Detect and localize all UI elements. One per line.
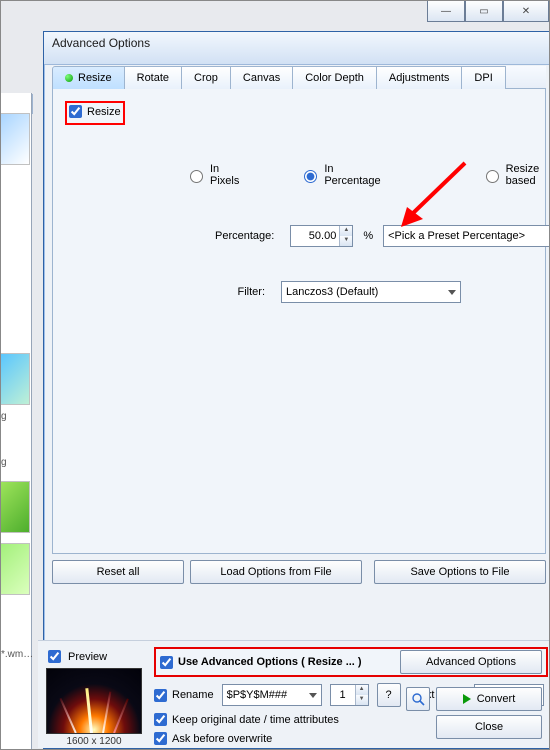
spinner-down-icon[interactable]: ▼ bbox=[340, 236, 352, 246]
tab-rotate[interactable]: Rotate bbox=[124, 66, 182, 89]
tab-resize[interactable]: Resize bbox=[52, 66, 125, 89]
ask-overwrite-label: Ask before overwrite bbox=[172, 733, 272, 745]
tab-label: Canvas bbox=[243, 72, 280, 84]
combo-text: Lanczos3 (Default) bbox=[286, 286, 378, 298]
annotation-highlight: Resize bbox=[65, 101, 125, 125]
tab-bar: Resize Rotate Crop Canvas Color Depth Ad… bbox=[52, 66, 546, 89]
filter-combo[interactable]: Lanczos3 (Default) bbox=[281, 281, 461, 303]
percentage-spinner[interactable]: ▲▼ bbox=[290, 225, 353, 247]
radio-label: Resize based bbox=[506, 163, 540, 187]
tab-label: Rotate bbox=[137, 72, 169, 84]
preview-checkbox[interactable]: Preview bbox=[38, 647, 150, 666]
resize-checkbox[interactable]: Resize bbox=[69, 105, 121, 118]
radio-in-percentage[interactable]: In Percentage bbox=[299, 163, 380, 187]
radio-in-percentage-input[interactable] bbox=[304, 170, 317, 183]
zoom-preview-button[interactable] bbox=[406, 687, 430, 711]
ask-overwrite-input[interactable] bbox=[154, 732, 167, 745]
radio-label: In Percentage bbox=[324, 163, 380, 187]
chevron-down-icon bbox=[448, 290, 456, 295]
reset-all-button[interactable]: Reset all bbox=[52, 560, 184, 584]
rename-help-button[interactable]: ? bbox=[377, 683, 401, 707]
ask-overwrite-checkbox[interactable]: Ask before overwrite bbox=[154, 732, 272, 745]
tab-colordepth[interactable]: Color Depth bbox=[292, 66, 377, 89]
tab-label: Color Depth bbox=[305, 72, 364, 84]
radio-in-pixels[interactable]: In Pixels bbox=[185, 163, 239, 187]
uao-label: Use Advanced Options ( Resize ... ) bbox=[178, 656, 362, 668]
rename-label: Rename bbox=[172, 689, 214, 701]
tab-crop[interactable]: Crop bbox=[181, 66, 231, 89]
resize-checkbox-label: Resize bbox=[87, 106, 121, 118]
tab-dpi[interactable]: DPI bbox=[461, 66, 505, 89]
chevron-down-icon bbox=[309, 693, 317, 698]
resize-checkbox-input[interactable] bbox=[69, 105, 82, 118]
tab-resize-label: Resize bbox=[78, 72, 112, 84]
active-dot-icon bbox=[65, 74, 73, 82]
tab-adjustments[interactable]: Adjustments bbox=[376, 66, 463, 89]
advanced-options-dialog: Advanced Options Resize Rotate Crop Canv… bbox=[43, 31, 550, 749]
spinner-up-icon[interactable]: ▲ bbox=[340, 226, 352, 236]
lower-panel: Preview 1600 x 1200 713 KB 2011-11-10 07… bbox=[38, 640, 550, 748]
spinner-buttons[interactable]: ▲▼ bbox=[339, 226, 352, 246]
max-icon: ▭ bbox=[479, 6, 488, 17]
tab-label: Adjustments bbox=[389, 72, 450, 84]
btn-label: Load Options from File bbox=[220, 566, 331, 578]
close-dialog-button[interactable]: Close bbox=[436, 715, 542, 739]
maximize-button[interactable]: ▭ bbox=[465, 1, 503, 22]
uao-checkbox-input[interactable] bbox=[160, 656, 173, 669]
btn-label: Advanced Options bbox=[426, 656, 516, 668]
preview-label: Preview bbox=[68, 651, 107, 663]
keep-date-checkbox[interactable]: Keep original date / time attributes bbox=[154, 713, 339, 726]
combo-text: $P$Y$M### bbox=[227, 689, 288, 701]
spinner-up-icon[interactable]: ▲ bbox=[356, 685, 368, 695]
minimize-button[interactable]: — bbox=[427, 1, 465, 22]
radio-label: In Pixels bbox=[210, 163, 239, 187]
btn-label: Save Options to File bbox=[410, 566, 509, 578]
load-options-button[interactable]: Load Options from File bbox=[190, 560, 362, 584]
tab-label: DPI bbox=[474, 72, 492, 84]
close-button[interactable]: ✕ bbox=[503, 1, 549, 22]
preview-dimensions: 1600 x 1200 bbox=[38, 736, 150, 749]
question-icon: ? bbox=[386, 689, 392, 701]
resize-panel: Resize In Pixels In Percentage bbox=[52, 89, 546, 554]
tab-canvas[interactable]: Canvas bbox=[230, 66, 293, 89]
spinner-down-icon[interactable]: ▼ bbox=[356, 695, 368, 705]
tab-label: Crop bbox=[194, 72, 218, 84]
radio-in-pixels-input[interactable] bbox=[190, 170, 203, 183]
filter-label: Filter: bbox=[215, 286, 265, 298]
thumbnail-strip: g *.wm… g bbox=[1, 93, 32, 749]
percentage-label: Percentage: bbox=[215, 230, 274, 242]
rename-pattern-combo[interactable]: $P$Y$M### bbox=[222, 684, 322, 706]
btn-label: Close bbox=[475, 721, 503, 733]
use-advanced-options-row: Use Advanced Options ( Resize ... ) Adva… bbox=[154, 647, 548, 677]
btn-label: Reset all bbox=[97, 566, 140, 578]
combo-text: <Pick a Preset Percentage> bbox=[388, 230, 525, 242]
keep-date-label: Keep original date / time attributes bbox=[172, 714, 339, 726]
min-icon: — bbox=[441, 6, 451, 17]
btn-label: Convert bbox=[477, 693, 516, 705]
close-icon: ✕ bbox=[522, 6, 530, 17]
preview-image bbox=[46, 668, 142, 734]
percent-sign: % bbox=[363, 230, 373, 242]
radio-resize-based-input[interactable] bbox=[486, 170, 499, 183]
radio-resize-based[interactable]: Resize based bbox=[481, 163, 540, 187]
preset-percentage-combo[interactable]: <Pick a Preset Percentage> bbox=[383, 225, 550, 247]
advanced-options-button[interactable]: Advanced Options bbox=[400, 650, 542, 674]
percentage-input[interactable] bbox=[291, 226, 339, 246]
rename-checkbox-input[interactable] bbox=[154, 689, 167, 702]
convert-button[interactable]: Convert bbox=[436, 687, 542, 711]
rename-start-spinner[interactable]: ▲▼ bbox=[330, 684, 369, 706]
keep-date-input[interactable] bbox=[154, 713, 167, 726]
magnifier-icon bbox=[411, 692, 425, 706]
save-options-button[interactable]: Save Options to File bbox=[374, 560, 546, 584]
use-advanced-options-checkbox[interactable]: Use Advanced Options ( Resize ... ) bbox=[160, 656, 362, 669]
spinner-buttons[interactable]: ▲▼ bbox=[355, 685, 368, 705]
play-icon bbox=[463, 694, 471, 704]
rename-checkbox[interactable]: Rename bbox=[154, 689, 214, 702]
preview-checkbox-input[interactable] bbox=[48, 650, 61, 663]
rename-start-input[interactable] bbox=[331, 685, 355, 705]
